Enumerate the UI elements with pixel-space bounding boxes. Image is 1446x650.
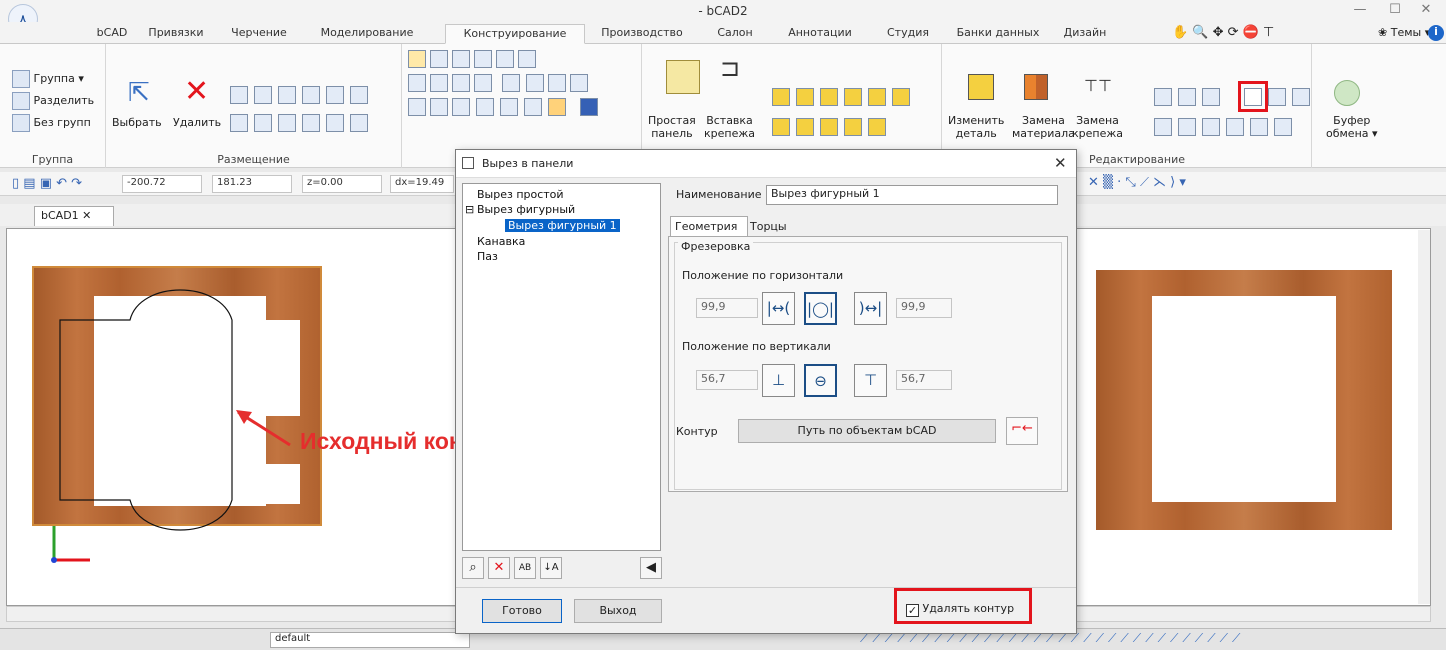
vertical-bottom-input[interactable]: 56,7 bbox=[896, 370, 952, 390]
pick-contour-icon[interactable]: ⌐← bbox=[1006, 417, 1038, 445]
rename-icon[interactable]: AB bbox=[514, 557, 536, 579]
cutout-tree: Вырез простой ⊟ Вырез фигурный Вырез фиг… bbox=[462, 183, 661, 551]
vertical-position-label: Положение по вертикали bbox=[682, 340, 831, 353]
contour-label: Контур bbox=[676, 425, 718, 438]
align-right-icon[interactable]: )↔| bbox=[854, 292, 887, 325]
tree-item-groove[interactable]: Канавка bbox=[477, 235, 525, 248]
horizontal-position-label: Положение по горизонтали bbox=[682, 269, 844, 282]
tree-item-figured-1[interactable]: Вырез фигурный 1 bbox=[505, 219, 620, 232]
align-center-v-icon[interactable]: ⊖ bbox=[804, 364, 837, 397]
tree-expand-icon[interactable]: ⊟ bbox=[465, 203, 474, 216]
dialog-app-icon bbox=[462, 157, 474, 169]
sort-icon[interactable]: ↓A bbox=[540, 557, 562, 579]
tree-item-slot[interactable]: Паз bbox=[477, 250, 498, 263]
tree-item-simple[interactable]: Вырез простой bbox=[477, 188, 564, 201]
tree-item-figured[interactable]: Вырез фигурный bbox=[477, 203, 575, 216]
align-top-icon[interactable]: ⊥ bbox=[762, 364, 795, 397]
align-left-icon[interactable]: |↔( bbox=[762, 292, 795, 325]
horizontal-right-input[interactable]: 99,9 bbox=[896, 298, 952, 318]
cutout-dialog: Вырез в панели ✕ Вырез простой ⊟ Вырез ф… bbox=[455, 149, 1077, 634]
milling-label: Фрезеровка bbox=[678, 240, 754, 253]
contour-path-button[interactable]: Путь по объектам bCAD bbox=[738, 419, 996, 443]
dialog-title: Вырез в панели bbox=[482, 157, 574, 170]
exit-button[interactable]: Выход bbox=[574, 599, 662, 623]
vertical-top-input[interactable]: 56,7 bbox=[696, 370, 758, 390]
align-center-h-icon[interactable]: |◯| bbox=[804, 292, 837, 325]
cutout-result bbox=[1152, 296, 1336, 502]
delete-icon[interactable]: ✕ bbox=[488, 557, 510, 579]
tab-geometry[interactable]: Геометрия bbox=[670, 216, 748, 237]
name-label: Наименование bbox=[676, 188, 762, 201]
back-arrow-icon[interactable]: ◀ bbox=[640, 557, 662, 579]
highlight-delete-contour bbox=[894, 588, 1032, 624]
dialog-close-icon[interactable]: ✕ bbox=[1054, 154, 1067, 172]
ready-button[interactable]: Готово bbox=[482, 599, 562, 623]
horizontal-left-input[interactable]: 99,9 bbox=[696, 298, 758, 318]
vertical-scrollbar[interactable] bbox=[1418, 230, 1430, 604]
dialog-titlebar: Вырез в панели ✕ bbox=[456, 150, 1076, 178]
name-input[interactable]: Вырез фигурный 1 bbox=[766, 185, 1058, 205]
tab-ends[interactable]: Торцы bbox=[750, 220, 787, 233]
align-bottom-icon[interactable]: ⊤ bbox=[854, 364, 887, 397]
search-icon[interactable]: ⌕ bbox=[462, 557, 484, 579]
layer-select[interactable]: default bbox=[270, 632, 470, 648]
